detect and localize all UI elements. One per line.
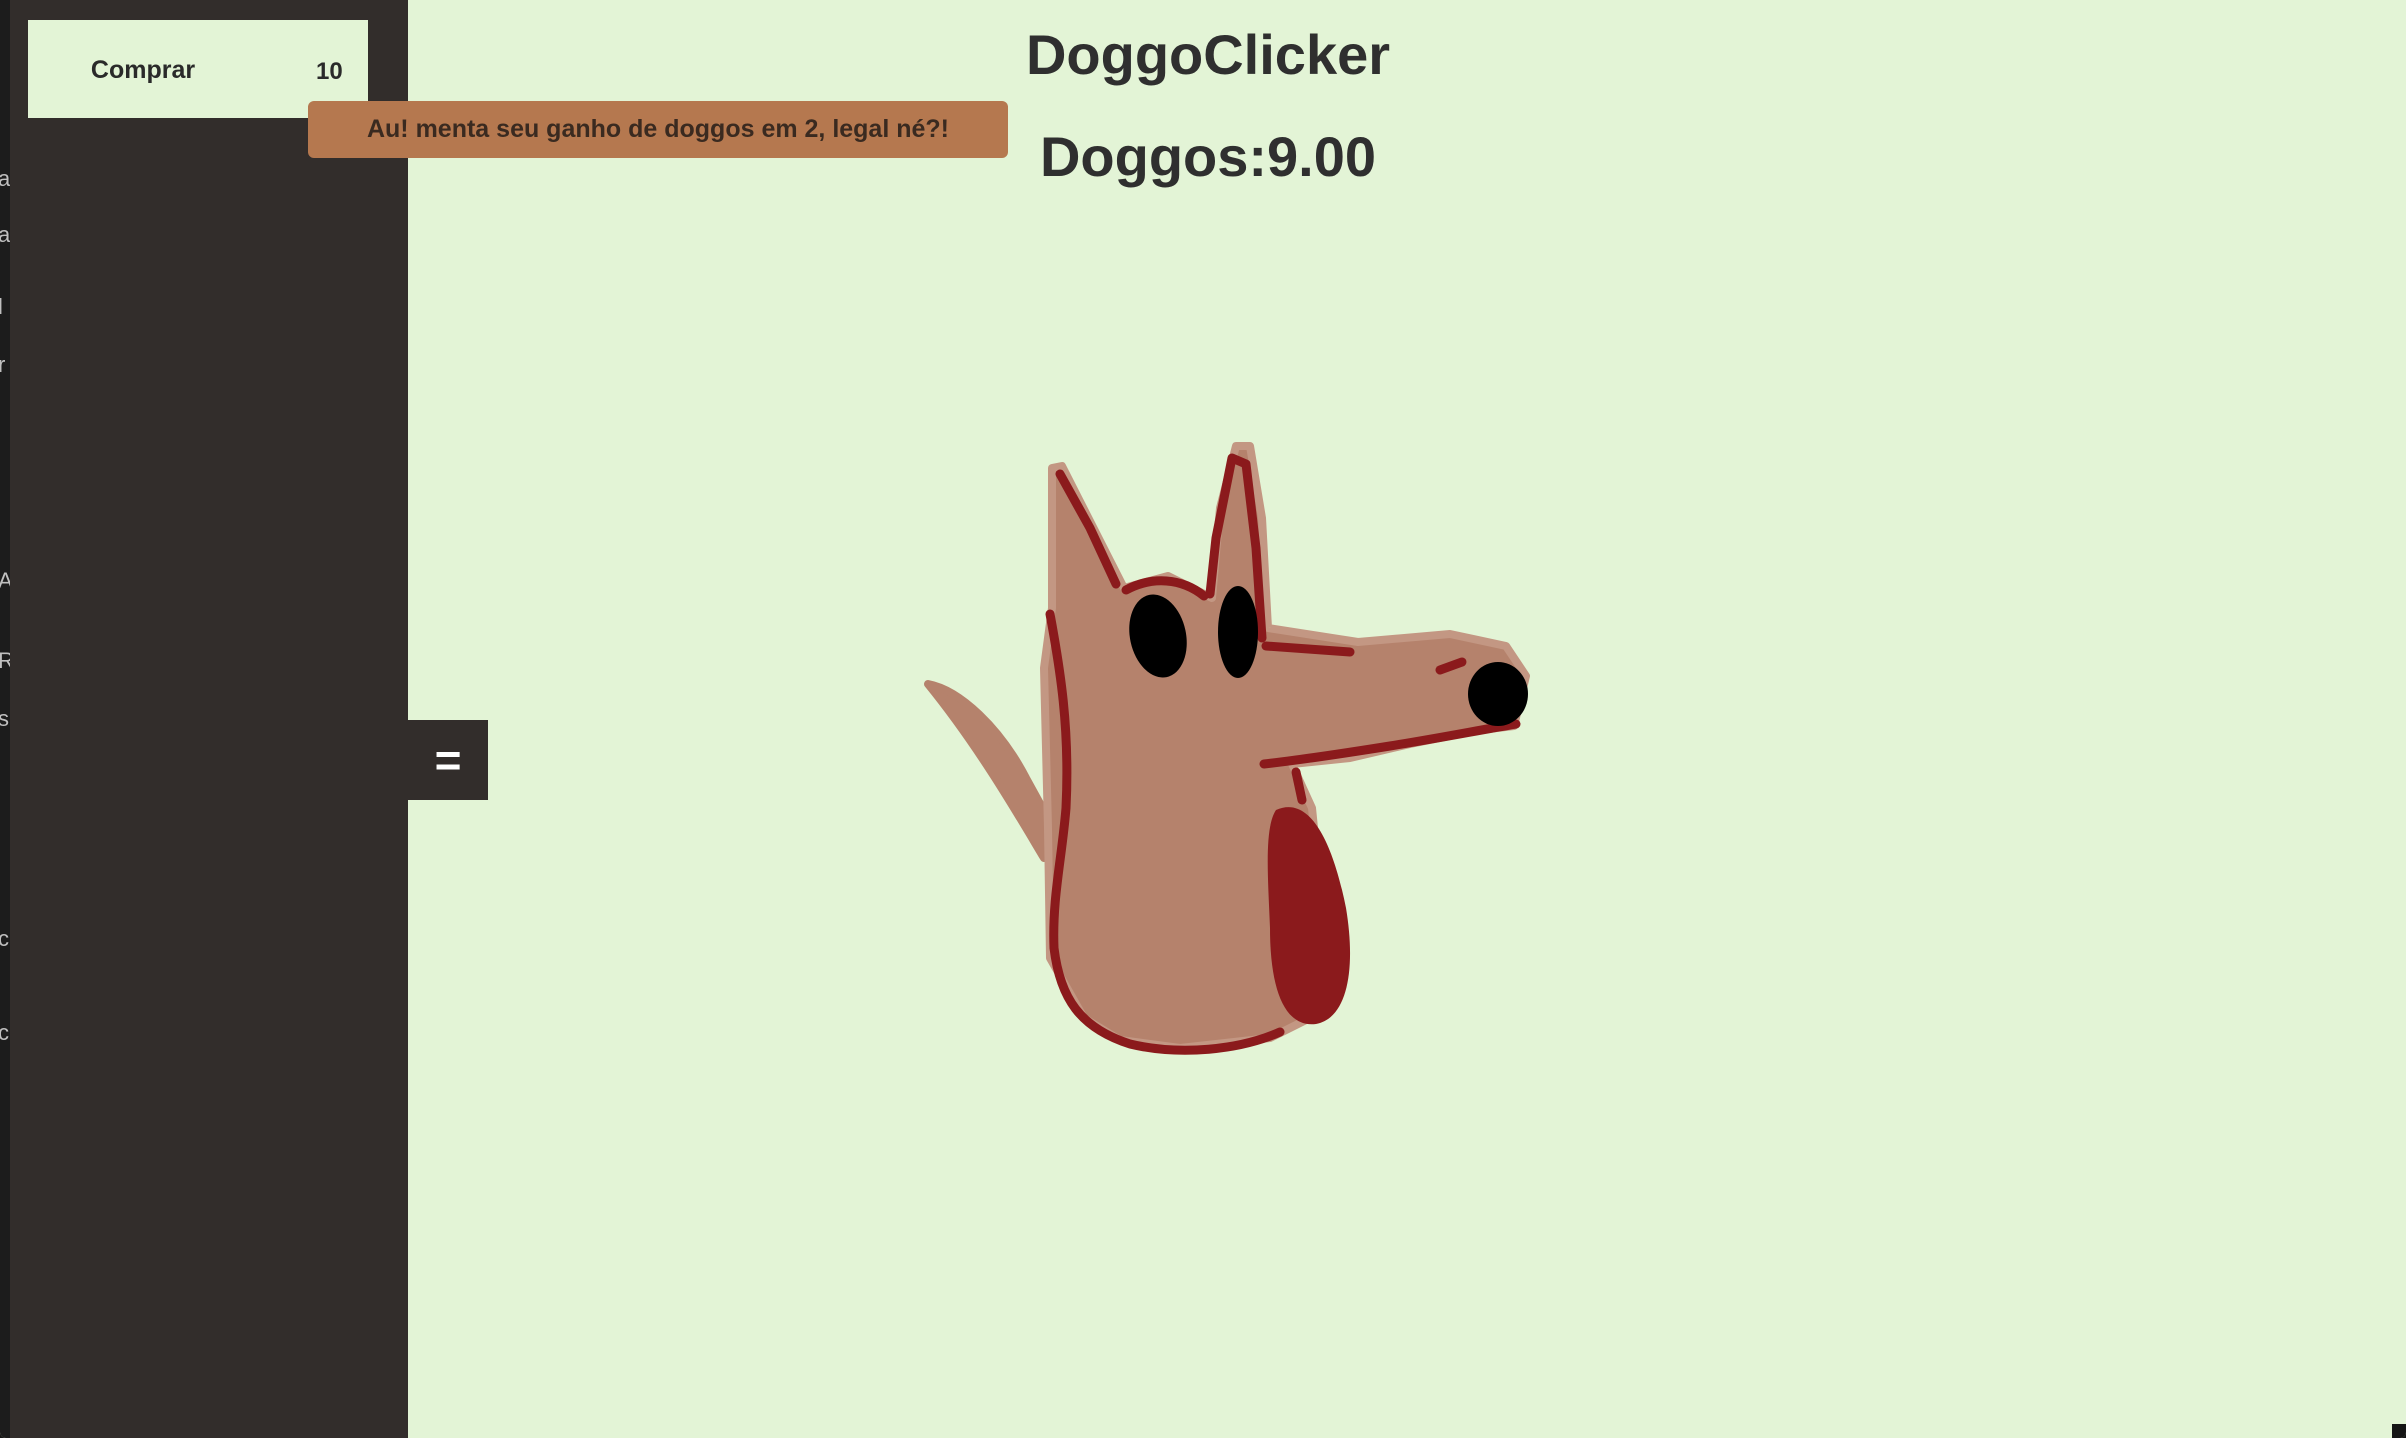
game-window: a a l r A R s c c Comprar 10 = Au! menta… — [0, 0, 2406, 1438]
dog-outline-chest — [1291, 767, 1307, 805]
dog-chest-patch — [1267, 807, 1351, 1025]
edge-text: a — [0, 222, 11, 247]
dog-nose — [1468, 662, 1528, 726]
edge-text: l — [0, 294, 3, 319]
edge-text: c — [0, 926, 9, 951]
page-title: DoggoClicker — [1025, 23, 1391, 86]
edge-text: r — [0, 352, 6, 377]
edge-text: s — [0, 706, 9, 731]
edge-text: a — [0, 166, 11, 191]
window-corner — [2392, 1424, 2406, 1438]
dog-outline-snout — [1261, 641, 1355, 657]
item-tooltip: Au! menta seu ganho de doggos em 2, lega… — [308, 101, 1008, 158]
shop-sidebar: Comprar 10 — [10, 0, 408, 1438]
doggo-click-target[interactable] — [920, 428, 1540, 1068]
dog-tail — [924, 680, 1052, 862]
buy-button-label[interactable]: Comprar — [28, 56, 258, 85]
item-price: 10 — [316, 58, 343, 85]
dog-eye-right — [1218, 586, 1258, 678]
sidebar-toggle-button[interactable]: = — [408, 720, 488, 800]
left-edge-strip: a a l r A R s c c — [0, 0, 14, 1438]
doggo-counter: Doggos:9.00 — [1039, 125, 1377, 188]
edge-text: c — [0, 1020, 9, 1045]
